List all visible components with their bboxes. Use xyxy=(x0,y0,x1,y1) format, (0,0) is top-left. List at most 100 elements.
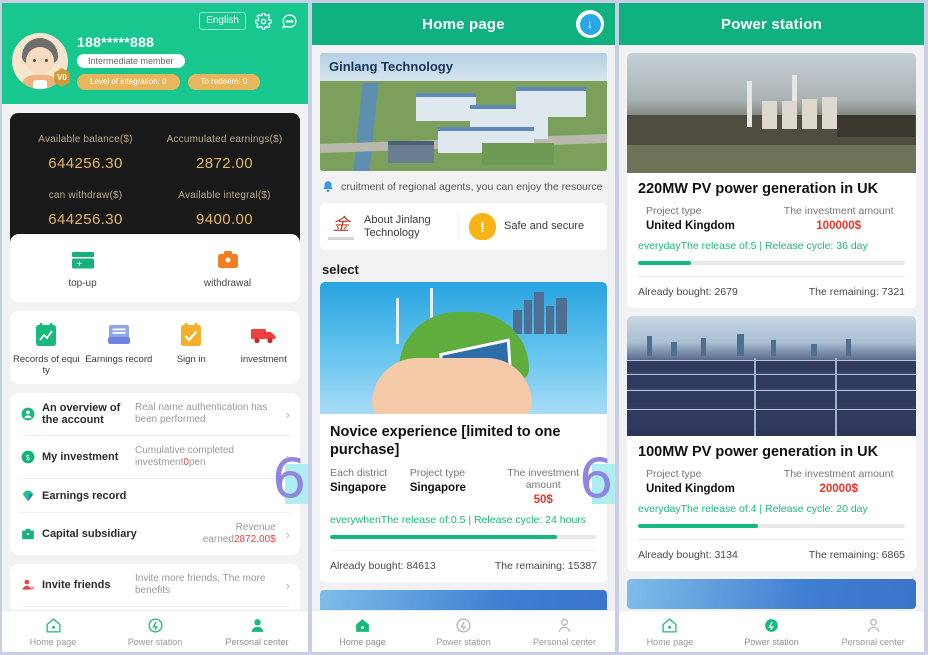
top-up-label: top-up xyxy=(68,278,97,289)
station-meta-row: Project type United Kingdom The investme… xyxy=(638,468,905,495)
progress-bar xyxy=(330,535,597,539)
shield-icon: ! xyxy=(469,213,496,240)
chevron-right-icon: › xyxy=(285,449,290,465)
nav-power-station[interactable]: Power station xyxy=(413,616,514,647)
nav-label: Home page xyxy=(646,637,694,647)
nav-personal-center[interactable]: Personal center xyxy=(822,616,924,647)
profile-block: V0 188*****888 Intermediate member Level… xyxy=(12,33,298,90)
nav-label: Power station xyxy=(436,637,491,647)
quick-link-label: Sign in xyxy=(176,354,206,365)
list-item-subtitle: Invite more friends, The more benefits xyxy=(135,573,266,596)
home-scroll-area[interactable]: Ginlang Technology cruitment of regional… xyxy=(312,45,615,652)
account-list-card: An overview of the account Real name aut… xyxy=(10,393,300,555)
nav-power-station[interactable]: Power station xyxy=(104,616,206,647)
withdrawal-button[interactable]: withdrawal xyxy=(155,248,300,290)
tile-safe-and-secure[interactable]: ! Safe and secure xyxy=(458,213,601,240)
station-meta-row: Project type United Kingdom The investme… xyxy=(638,205,905,232)
truck-icon xyxy=(230,321,299,349)
nav-home-page[interactable]: Home page xyxy=(2,616,104,647)
balance-label: Available balance($) xyxy=(38,134,133,145)
notice-bar[interactable]: cruitment of regional agents, you can en… xyxy=(321,178,606,196)
avatar[interactable]: V0 xyxy=(12,33,70,89)
nav-label: Home page xyxy=(339,637,386,647)
nav-label: Home page xyxy=(29,637,77,647)
info-tiles-card: 金 About Jinlang Technology ! Safe and se… xyxy=(320,203,607,250)
meta-label: The investment amount xyxy=(783,205,894,217)
list-item-my-investment[interactable]: $ My investment Cumulative completed inv… xyxy=(20,436,290,479)
meta-value: Singapore xyxy=(409,482,466,494)
download-button[interactable]: ↓ xyxy=(576,10,604,38)
quick-link-equity-records[interactable]: Records of equity xyxy=(10,321,83,376)
nav-label: Power station xyxy=(744,637,799,647)
quick-link-investment[interactable]: investment xyxy=(228,321,301,376)
nav-personal-center[interactable]: Personal center xyxy=(206,616,308,647)
meta-label: The investment amount xyxy=(783,468,894,480)
header-toolbar: English xyxy=(12,11,298,31)
svg-text:$: $ xyxy=(25,452,30,462)
redeem-pill[interactable]: To redeem: 0 xyxy=(187,74,261,90)
top-up-button[interactable]: + top-up xyxy=(10,248,155,290)
balance-label: Available integral($) xyxy=(178,190,271,201)
nav-personal-center[interactable]: Personal center xyxy=(514,616,615,647)
meta-label: Project type xyxy=(646,468,702,480)
chevron-right-icon: › xyxy=(285,577,290,593)
balance-cell: Accumulated earnings($) 2872.00 xyxy=(155,126,294,182)
person-icon xyxy=(206,616,308,635)
chevron-right-icon: › xyxy=(285,406,290,422)
nav-power-station[interactable]: Power station xyxy=(721,616,823,647)
nav-home-page[interactable]: Home page xyxy=(312,616,413,647)
progress-bar xyxy=(638,524,905,528)
remaining: The remaining: 7321 xyxy=(808,286,905,298)
chat-icon[interactable] xyxy=(281,13,298,30)
language-button[interactable]: English xyxy=(199,12,246,30)
meta-label: Each district xyxy=(330,467,388,479)
coal-power-plant-photo xyxy=(627,53,916,173)
station-card[interactable]: 220MW PV power generation in UK Project … xyxy=(627,53,916,308)
station-scroll-area[interactable]: 220MW PV power generation in UK Project … xyxy=(619,45,924,652)
list-item-account-overview[interactable]: An overview of the account Real name aut… xyxy=(20,393,290,436)
balance-cell: can withdraw($) 644256.30 xyxy=(16,182,155,238)
already-bought: Already bought: 3134 xyxy=(638,549,738,561)
tile-about-jinlang[interactable]: 金 About Jinlang Technology xyxy=(326,214,458,240)
company-banner[interactable]: Ginlang Technology xyxy=(320,53,607,171)
quick-link-sign-in[interactable]: Sign in xyxy=(155,321,228,376)
remaining: The remaining: 6865 xyxy=(808,549,905,561)
product-meta-row: Each district Singapore Project type Sin… xyxy=(330,467,597,506)
balance-value: 644256.30 xyxy=(48,155,123,172)
action-card: + top-up withdrawal xyxy=(10,234,300,302)
money-icon: $ xyxy=(20,450,35,465)
product-meta: Each district Singapore xyxy=(330,467,410,506)
integration-level-pill[interactable]: Level of integration: 0 xyxy=(77,74,180,90)
project-type-block: Project type United Kingdom xyxy=(638,205,772,232)
meta-value: United Kingdom xyxy=(646,220,735,232)
ginlang-logo-icon: 金 xyxy=(326,214,356,240)
release-info: everydayThe release of:5 | Release cycle… xyxy=(638,240,868,252)
nav-home-page[interactable]: Home page xyxy=(619,616,721,647)
earnings-record-icon xyxy=(85,321,154,349)
list-item-capital-subsidiary[interactable]: Capital subsidiary Revenue earned2872.00… xyxy=(20,513,290,555)
meta-value: Singapore xyxy=(330,482,387,494)
station-card[interactable]: 100MW PV power generation in UK Project … xyxy=(627,316,916,571)
quick-link-earnings-record[interactable]: Earnings record xyxy=(83,321,156,376)
list-item-title: My investment xyxy=(42,451,119,463)
list-item-invite-friends[interactable]: Invite friends Invite more friends, The … xyxy=(20,564,290,607)
product-card[interactable]: Novice experience [limited to one purcha… xyxy=(320,282,607,582)
next-station-card-partial[interactable] xyxy=(627,579,916,609)
list-item-subtitle: Revenue earned2872.00$ xyxy=(202,522,276,545)
power-station-icon xyxy=(721,616,823,635)
section-title: select xyxy=(322,262,359,277)
remaining: The remaining: 15387 xyxy=(494,560,597,572)
account-icon xyxy=(20,407,35,422)
balance-cell: Available integral($) 9400.00 xyxy=(155,182,294,238)
investment-amount-block: The investment amount 100000$ xyxy=(772,205,905,232)
home-page-screen: Home page ↓ Ginlang Technology cruitment… xyxy=(312,3,615,652)
calendar-check-icon xyxy=(157,321,226,349)
list-item-earnings-record[interactable]: Earnings record › xyxy=(20,479,290,513)
purchase-stats: Already bought: 2679 The remaining: 7321 xyxy=(638,276,905,298)
home-icon xyxy=(619,616,721,635)
solar-farm-photo xyxy=(627,316,916,436)
already-bought: Already bought: 2679 xyxy=(638,286,738,298)
bottom-nav: Home page Power station Personal center xyxy=(2,610,308,652)
product-name: Novice experience [limited to one purcha… xyxy=(330,424,561,458)
gear-icon[interactable] xyxy=(255,12,272,30)
